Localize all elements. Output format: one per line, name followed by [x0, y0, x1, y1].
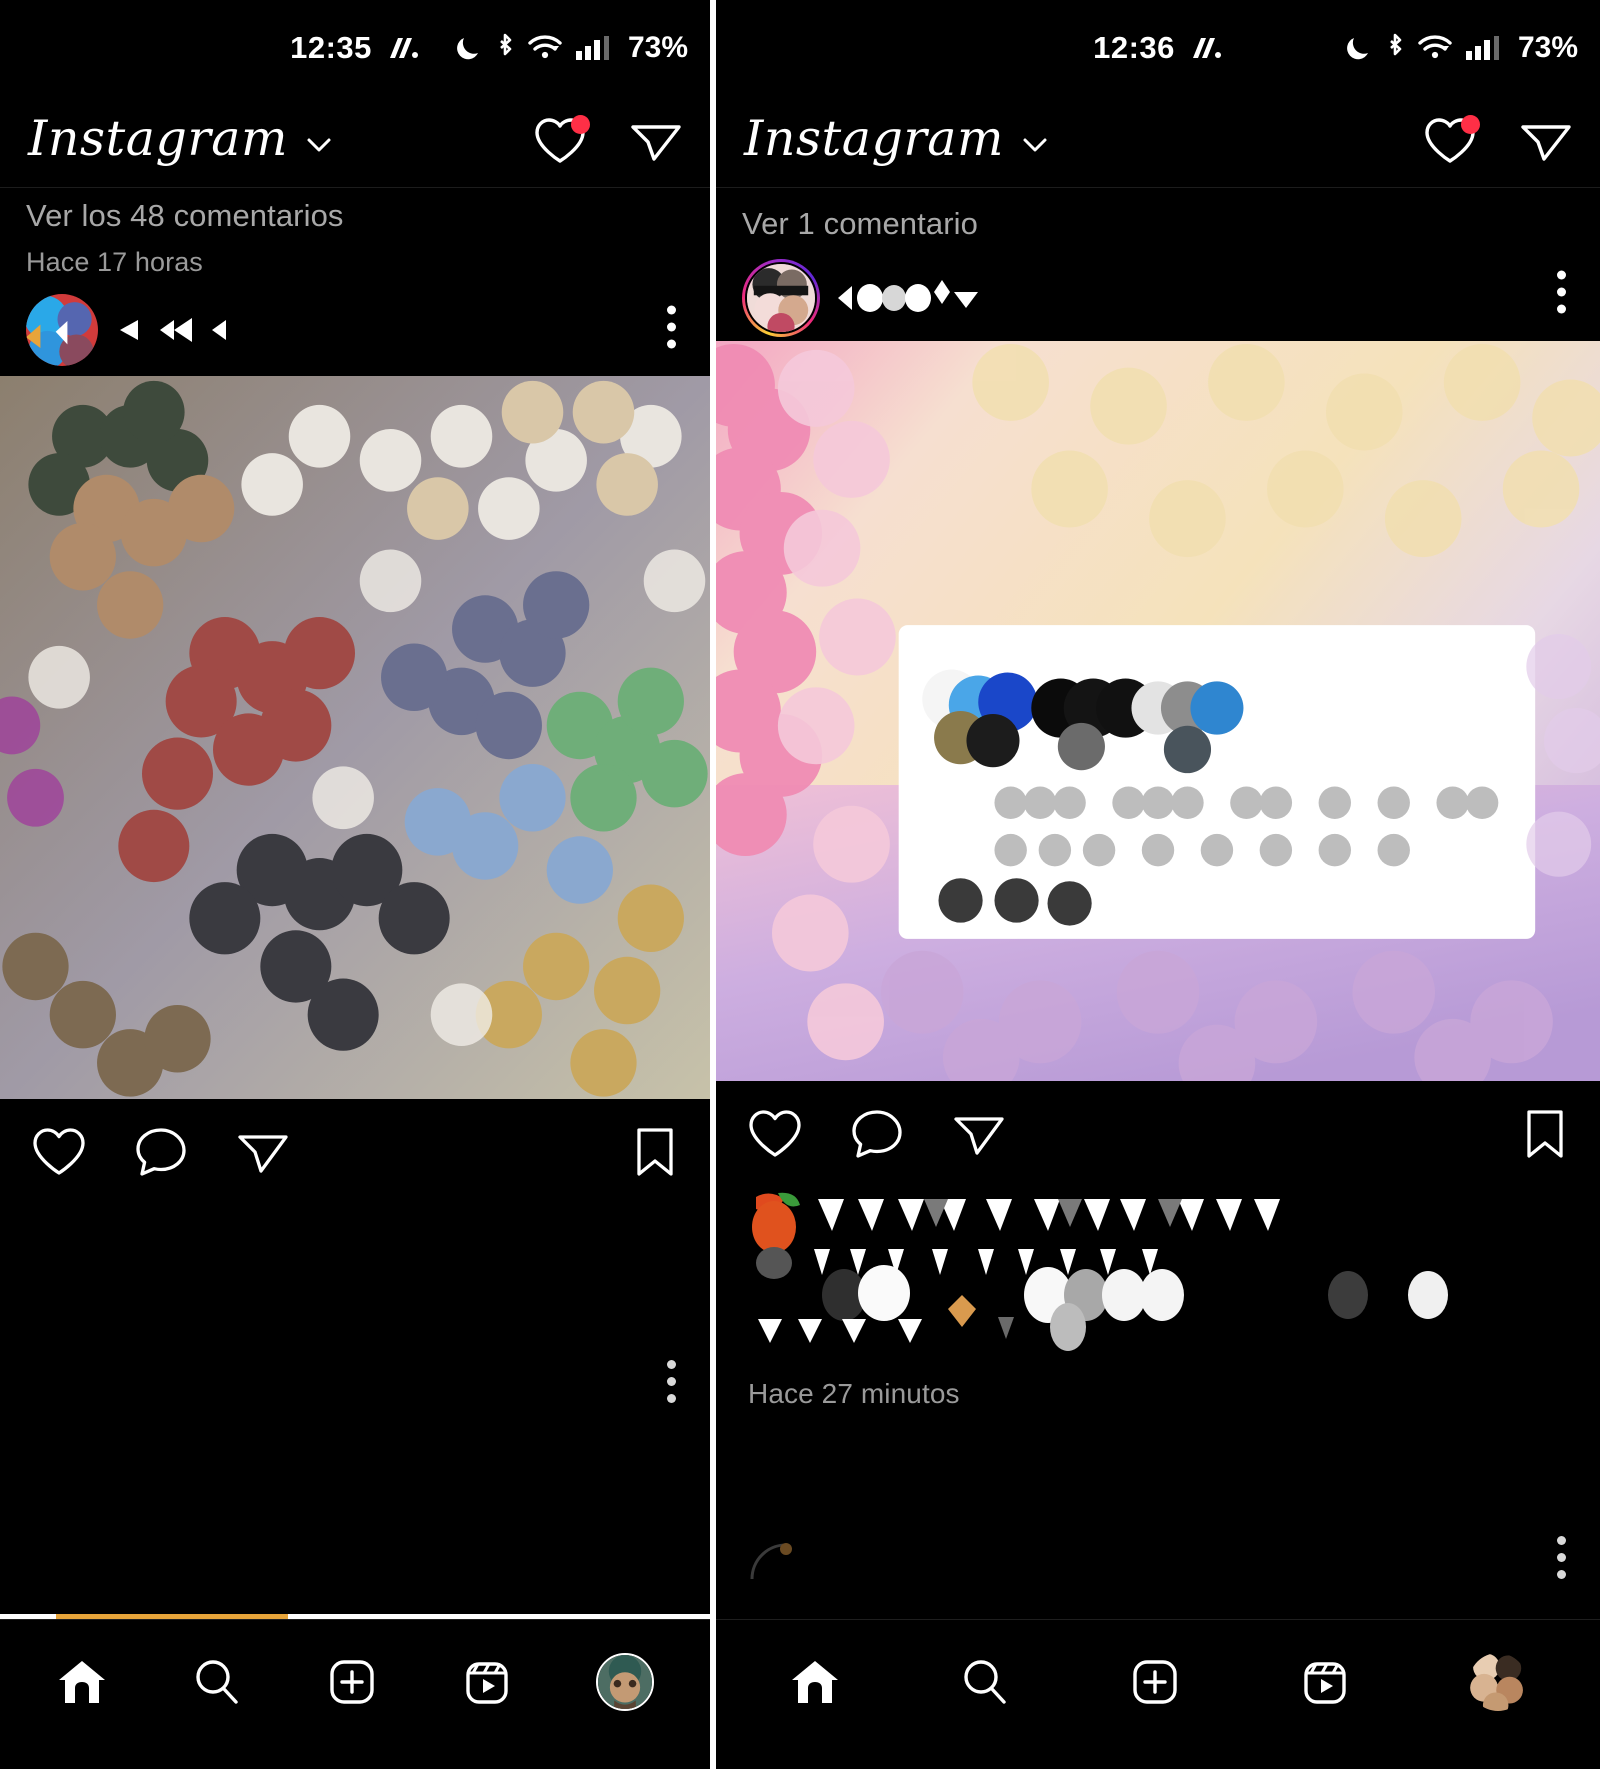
like-button[interactable]	[746, 1107, 804, 1161]
app-header-left: Instagram	[0, 95, 710, 187]
post-actions-right	[716, 1081, 1600, 1181]
reels-icon[interactable]	[461, 1657, 513, 1707]
dnd-moon-icon	[456, 34, 482, 62]
notification-badge	[1461, 115, 1480, 134]
reels-icon[interactable]	[1299, 1657, 1351, 1707]
nothing-glyph-icon	[386, 36, 420, 60]
wifi-icon	[528, 34, 562, 62]
post-timestamp: Hace 17 horas	[26, 246, 203, 277]
comment-bubble-icon[interactable]	[132, 1125, 190, 1179]
dnd-moon-icon	[1346, 34, 1372, 62]
comment-bubble-icon[interactable]	[848, 1107, 906, 1161]
kebab-menu-icon[interactable]	[667, 1360, 676, 1403]
bookmark-icon[interactable]	[1520, 1107, 1570, 1161]
app-header-right: Instagram	[716, 95, 1600, 187]
sidebar-item-home[interactable]	[56, 1657, 108, 1707]
profile-avatar[interactable]	[1469, 1652, 1527, 1711]
kebab-menu-icon[interactable]	[1557, 270, 1566, 314]
kebab-menu-icon[interactable]	[1557, 1536, 1566, 1579]
battery-percent: 73%	[1517, 30, 1578, 64]
chevron-down-icon[interactable]	[1020, 135, 1050, 155]
view-comments-link[interactable]: Ver 1 comentario	[716, 188, 1600, 243]
view-comments-link[interactable]: Ver los 48 comentarios	[0, 188, 710, 235]
wifi-icon	[1418, 34, 1452, 62]
post-caption[interactable]	[716, 1181, 1600, 1371]
status-icons-right: 73%	[1346, 31, 1578, 65]
like-button[interactable]	[30, 1125, 88, 1179]
notifications-button[interactable]	[1422, 115, 1480, 167]
avatar[interactable]	[26, 294, 98, 367]
notifications-button[interactable]	[532, 115, 590, 167]
direct-share-icon[interactable]	[1518, 115, 1574, 167]
previous-post-tail-left: Ver los 48 comentarios Hace 17 horas	[0, 188, 710, 278]
post-header-left	[0, 278, 710, 376]
sidebar-item-home[interactable]	[789, 1657, 841, 1707]
post-timestamp: Hace 27 minutos	[748, 1377, 960, 1409]
post-username[interactable]	[116, 313, 266, 347]
search-icon[interactable]	[959, 1657, 1011, 1707]
phone-screen-right: 12:36 73% Instagram Ver 1 comentario Hac…	[716, 0, 1600, 1769]
status-bar-left: 12:35 73%	[0, 0, 710, 95]
phone-screen-left: 12:35 73% Instagram Ver los 48 comentari…	[0, 0, 710, 1769]
post-media[interactable]	[0, 376, 710, 1100]
status-bar-right: 12:36 73%	[716, 0, 1600, 95]
avatar[interactable]	[745, 261, 817, 334]
screenshot-pair: 12:35 73% Instagram Ver los 48 comentari…	[0, 0, 1600, 1769]
bluetooth-icon	[1385, 33, 1405, 63]
search-icon[interactable]	[191, 1657, 243, 1707]
post-header-right	[716, 243, 1600, 341]
battery-percent: 73%	[627, 30, 688, 64]
next-post-avatar-peek[interactable]	[748, 1539, 820, 1579]
bookmark-icon[interactable]	[630, 1125, 680, 1179]
direct-share-icon[interactable]	[234, 1125, 292, 1179]
status-icons-left: 73%	[456, 31, 688, 65]
direct-share-icon[interactable]	[950, 1107, 1008, 1161]
instagram-wordmark[interactable]: Instagram	[744, 114, 1004, 163]
chevron-down-icon[interactable]	[304, 135, 334, 155]
create-plus-icon[interactable]	[326, 1657, 378, 1707]
avatar-story-ring[interactable]	[742, 258, 820, 337]
notification-badge	[571, 115, 590, 134]
nothing-glyph-icon	[1189, 36, 1223, 60]
post-username[interactable]	[838, 279, 1013, 315]
direct-share-icon[interactable]	[628, 115, 684, 167]
bottom-nav-left	[0, 1619, 710, 1769]
cellular-signal-icon	[1465, 34, 1503, 62]
bottom-nav-right	[716, 1619, 1600, 1769]
profile-avatar[interactable]	[596, 1652, 655, 1711]
kebab-menu-icon[interactable]	[667, 305, 676, 349]
create-plus-icon[interactable]	[1129, 1657, 1181, 1707]
post-media[interactable]	[716, 340, 1600, 1081]
bluetooth-icon	[495, 33, 515, 63]
cellular-signal-icon	[575, 34, 613, 62]
status-time: 12:35	[290, 29, 372, 65]
instagram-wordmark[interactable]: Instagram	[28, 114, 288, 163]
status-time: 12:36	[1093, 29, 1175, 65]
previous-post-tail-right: Ver 1 comentario	[716, 188, 1600, 243]
post-actions-left	[0, 1099, 710, 1199]
